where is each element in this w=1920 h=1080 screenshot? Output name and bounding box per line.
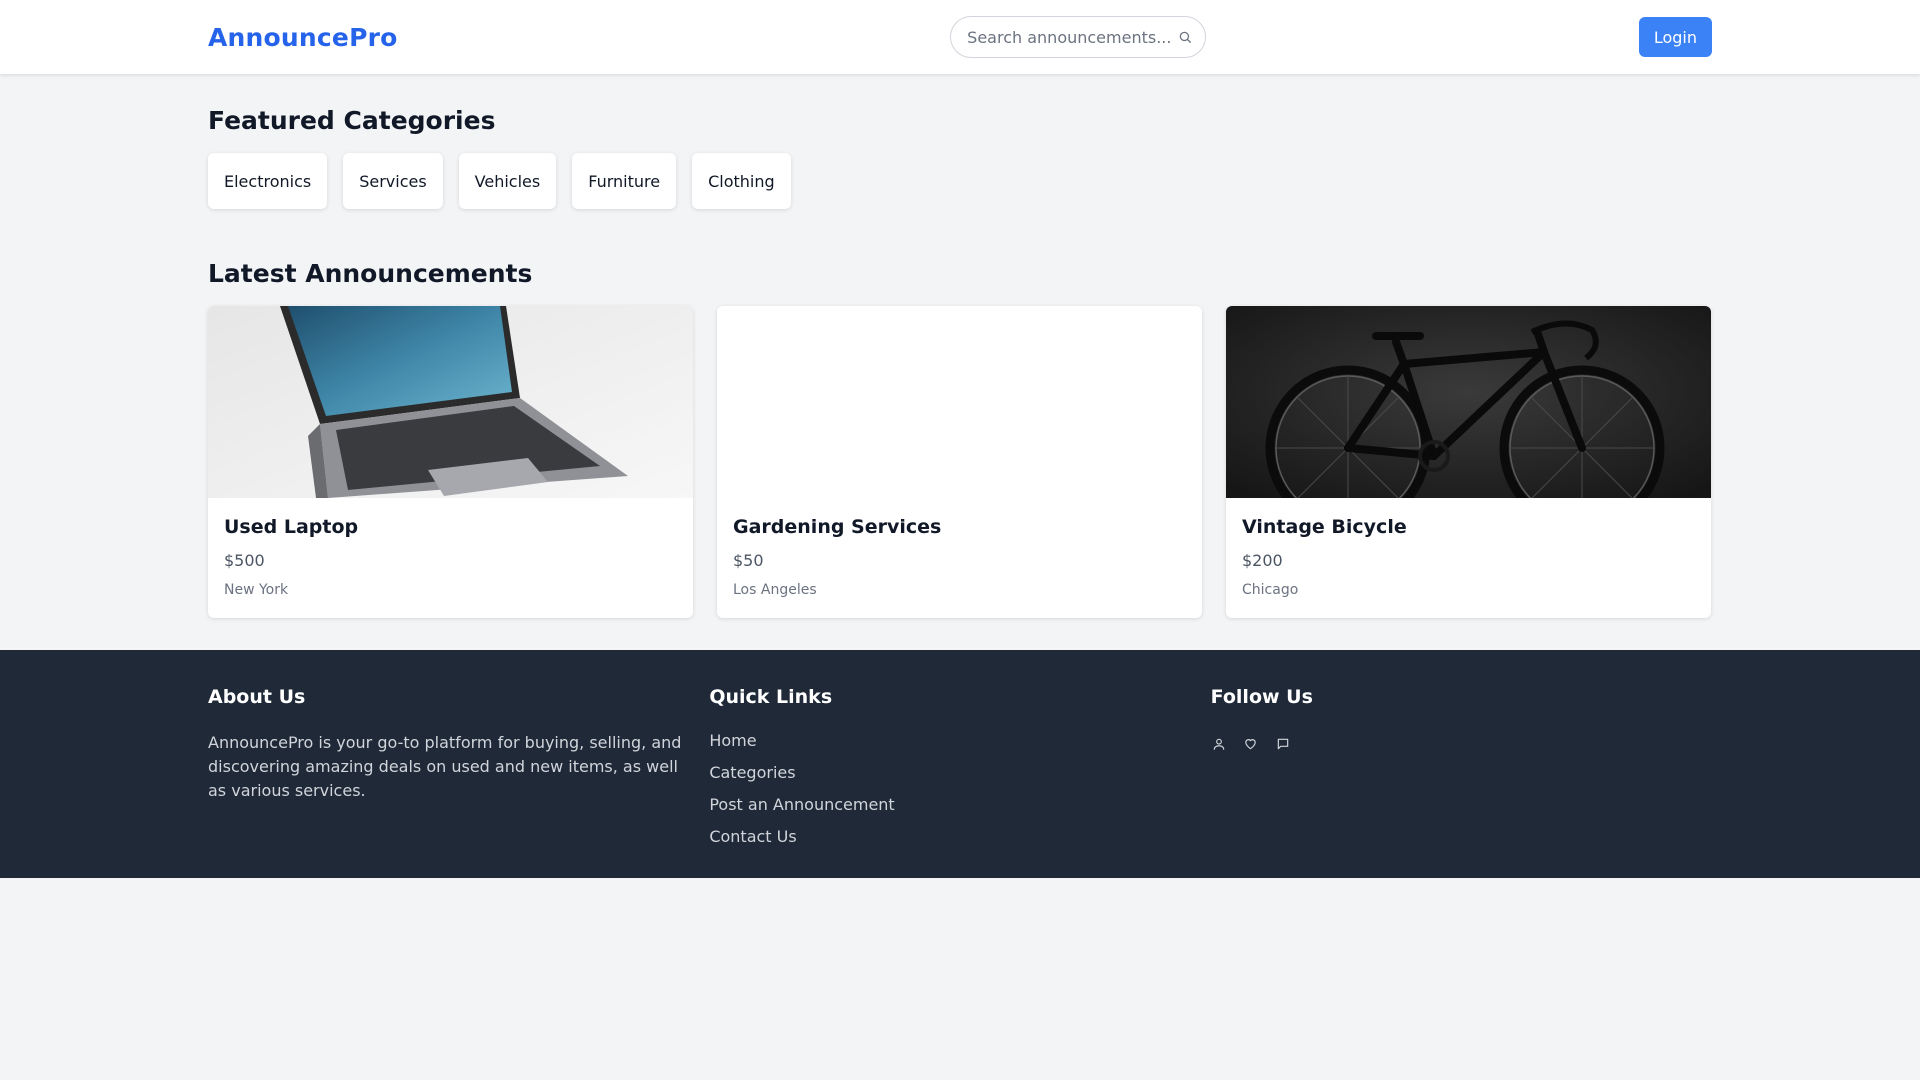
site-header: AnnouncePro Login xyxy=(0,0,1920,74)
category-services[interactable]: Services xyxy=(343,153,443,209)
card-price: $500 xyxy=(224,551,265,570)
user-icon[interactable] xyxy=(1211,736,1227,752)
search-bar[interactable] xyxy=(950,16,1207,58)
category-furniture[interactable]: Furniture xyxy=(572,153,677,209)
header-container: AnnouncePro Login xyxy=(208,0,1712,74)
card-body: Used Laptop $500 New York xyxy=(208,498,693,616)
quick-links-title: Quick Links xyxy=(709,686,833,708)
quick-links-list: Home Categories Post an Announcement Con… xyxy=(709,731,1210,859)
search-input[interactable] xyxy=(967,27,1178,47)
card-image-placeholder xyxy=(717,306,1202,498)
about-title: About Us xyxy=(208,686,306,708)
card-title: Gardening Services xyxy=(733,516,942,538)
search-icon[interactable] xyxy=(1177,29,1193,45)
site-logo[interactable]: AnnouncePro xyxy=(208,23,398,52)
heart-icon[interactable] xyxy=(1243,736,1259,752)
link-categories[interactable]: Categories xyxy=(709,763,1210,795)
about-text: AnnouncePro is your go-to platform for b… xyxy=(208,733,682,800)
site-footer: About Us AnnouncePro is your go-to platf… xyxy=(0,650,1920,878)
card-location: Los Angeles xyxy=(733,582,817,598)
link-contact-us[interactable]: Contact Us xyxy=(709,827,1210,859)
announcement-card[interactable]: Vintage Bicycle $200 Chicago xyxy=(1226,306,1711,618)
follow-title: Follow Us xyxy=(1210,686,1313,708)
card-location: Chicago xyxy=(1242,582,1299,598)
announcement-cards: Used Laptop $500 New York Gardening Serv… xyxy=(208,306,1712,618)
card-body: Gardening Services $50 Los Angeles xyxy=(717,498,1202,616)
chat-icon[interactable] xyxy=(1275,736,1291,752)
footer-container: About Us AnnouncePro is your go-to platf… xyxy=(208,650,1712,859)
latest-announcements-title: Latest Announcements xyxy=(208,259,533,288)
announcement-card[interactable]: Used Laptop $500 New York xyxy=(208,306,693,618)
login-button[interactable]: Login xyxy=(1638,17,1712,57)
footer-follow: Follow Us xyxy=(1211,686,1712,859)
social-icons xyxy=(1211,736,1712,752)
footer-about: About Us AnnouncePro is your go-to platf… xyxy=(208,686,709,859)
announcement-card[interactable]: Gardening Services $50 Los Angeles xyxy=(717,306,1202,618)
footer-quick-links: Quick Links Home Categories Post an Anno… xyxy=(709,686,1210,859)
card-price: $200 xyxy=(1242,551,1283,570)
link-post-announcement[interactable]: Post an Announcement xyxy=(709,795,1210,827)
card-title: Vintage Bicycle xyxy=(1242,516,1407,538)
link-home[interactable]: Home xyxy=(709,731,1210,763)
card-location: New York xyxy=(224,582,289,598)
main-content: Featured Categories Electronics Services… xyxy=(0,74,1920,618)
card-body: Vintage Bicycle $200 Chicago xyxy=(1226,498,1711,616)
laptop-photo xyxy=(208,306,693,498)
latest-announcements-section: Latest Announcements Used Laptop $500 Ne… xyxy=(208,209,1712,618)
card-price: $50 xyxy=(733,551,764,570)
bicycle-photo xyxy=(1226,306,1711,498)
featured-categories-section: Featured Categories Electronics Services… xyxy=(208,74,1712,209)
category-list: Electronics Services Vehicles Furniture … xyxy=(208,153,1712,209)
category-electronics[interactable]: Electronics xyxy=(208,153,328,209)
category-clothing[interactable]: Clothing xyxy=(692,153,791,209)
featured-categories-title: Featured Categories xyxy=(208,106,496,135)
category-vehicles[interactable]: Vehicles xyxy=(458,153,557,209)
card-title: Used Laptop xyxy=(224,516,359,538)
